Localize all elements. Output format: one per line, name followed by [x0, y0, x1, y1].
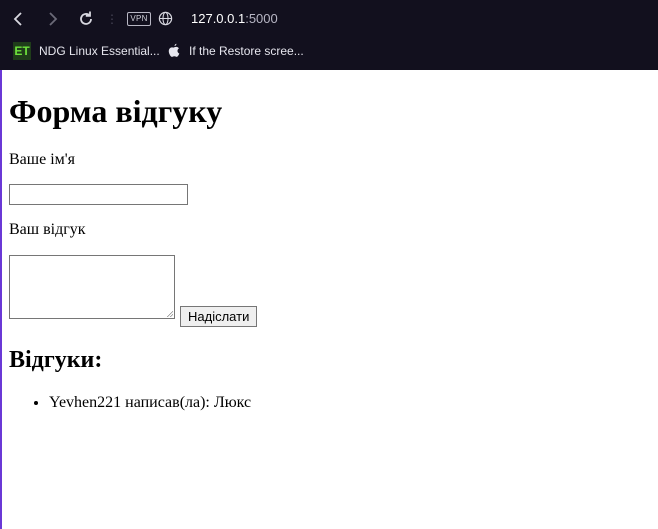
- bookmark-ndg[interactable]: NDG Linux Essential...: [39, 41, 160, 61]
- submit-button[interactable]: Надіслати: [180, 306, 258, 327]
- chevron-right-icon: [49, 12, 58, 26]
- chevron-left-icon: [13, 12, 22, 26]
- url-port: :5000: [245, 11, 278, 26]
- reload-icon: [80, 11, 92, 25]
- page-title: Форма відгуку: [9, 93, 223, 129]
- list-item: Yevhen221 написав(ла): Люкс: [49, 393, 251, 413]
- window-accent-border: [0, 70, 2, 529]
- address-bar[interactable]: 127.0.0.1:5000: [191, 10, 278, 28]
- resize-handle-icon[interactable]: [166, 310, 173, 317]
- name-input[interactable]: [9, 184, 188, 205]
- bookmark-restore[interactable]: If the Restore scree...: [189, 41, 304, 61]
- forward-button[interactable]: [42, 9, 62, 29]
- back-button[interactable]: [9, 9, 29, 29]
- ndg-icon: ET: [13, 42, 31, 60]
- globe-icon[interactable]: [158, 11, 173, 26]
- review-textarea[interactable]: [9, 255, 175, 319]
- apple-icon: [168, 43, 180, 57]
- review-label: Ваш відгук: [9, 221, 86, 238]
- browser-toolbar: ⋮ VPN 127.0.0.1:5000 ET NDG Linux Essent…: [0, 0, 658, 70]
- name-label: Ваше ім'я: [9, 151, 76, 168]
- reviews-heading: Відгуки:: [9, 347, 103, 373]
- reviews-list: Yevhen221 написав(ла): Люкс: [9, 393, 251, 413]
- url-host: 127.0.0.1: [191, 11, 246, 26]
- reload-button[interactable]: [76, 9, 96, 29]
- vpn-badge[interactable]: VPN: [127, 12, 151, 26]
- toolbar-separator: ⋮: [106, 12, 118, 26]
